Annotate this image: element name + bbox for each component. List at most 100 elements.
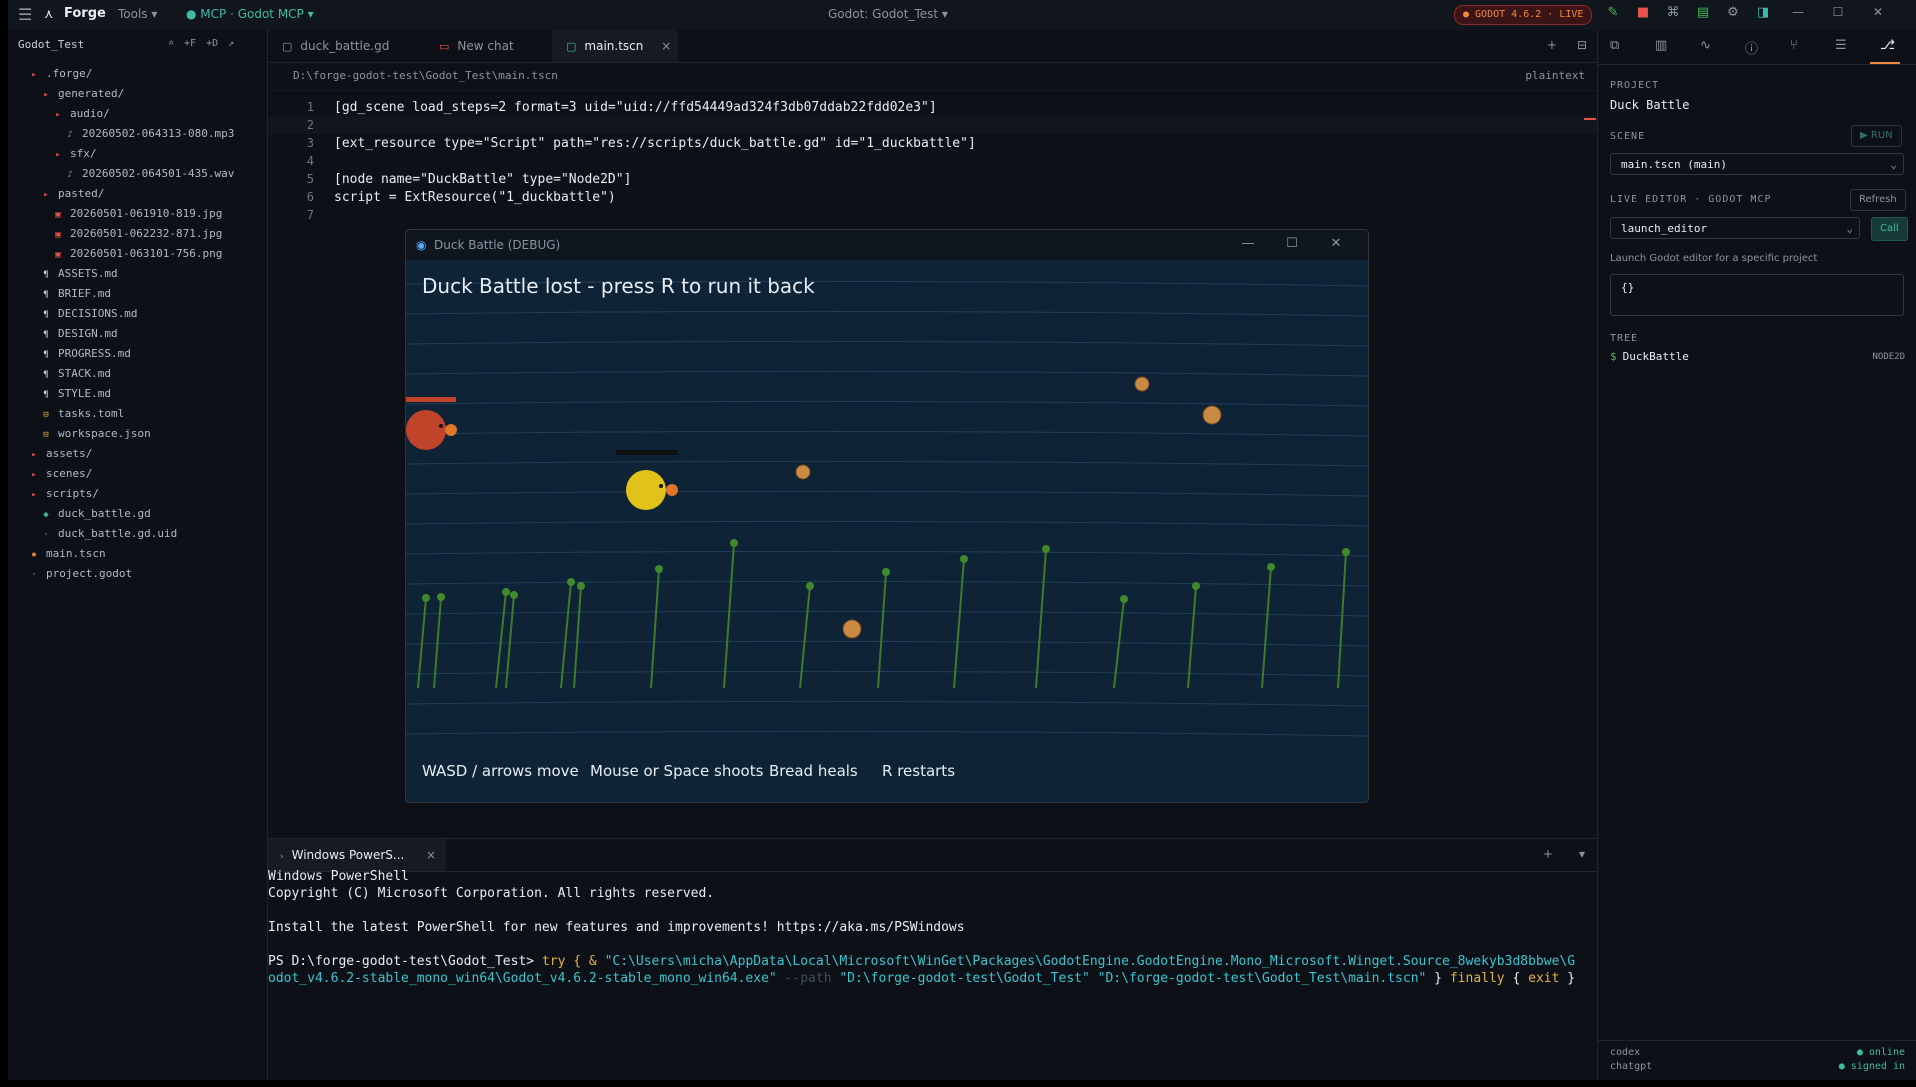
file-item[interactable]: ¶ BRIEF.md xyxy=(8,284,267,304)
code-line: 2 xyxy=(268,116,1597,134)
godot-live-badge[interactable]: ● GODOT 4.6.2 · LIVE xyxy=(1454,5,1593,25)
file-item[interactable]: ¶ ASSETS.md xyxy=(8,264,267,284)
collapse-button[interactable]: ↗ xyxy=(228,38,234,49)
new-file-button[interactable]: +F xyxy=(184,38,196,49)
book-icon[interactable]: ▥ xyxy=(1655,38,1667,53)
terminal-tab-powershell[interactable]: › Windows PowerS... × xyxy=(268,839,446,871)
call-button[interactable]: Call xyxy=(1871,217,1908,241)
command-icon[interactable]: ⌘ xyxy=(1658,5,1688,20)
cmd-exit: exit xyxy=(1528,971,1560,986)
tab-new-chat[interactable]: ▭ New chat xyxy=(425,30,551,62)
folder-item[interactable]: ▸ assets/ xyxy=(8,444,267,464)
info-icon[interactable]: ⓘ xyxy=(1745,38,1758,57)
file-item[interactable]: ¶ DECISIONS.md xyxy=(8,304,267,324)
file-item[interactable]: ¶ DESIGN.md xyxy=(8,324,267,344)
tool-select[interactable]: launch_editor ⌄ xyxy=(1610,217,1860,239)
new-tab-button[interactable]: + xyxy=(1547,38,1557,52)
maximize-button[interactable]: ☐ xyxy=(1818,5,1858,19)
file-item[interactable]: ▣ 20260501-063101-756.png xyxy=(8,244,267,264)
game-window-titlebar[interactable]: ◉ Duck Battle (DEBUG) — ☐ ✕ xyxy=(406,230,1368,261)
tree-node-type: NODE2D xyxy=(1872,352,1905,362)
game-minimize-button[interactable]: — xyxy=(1226,236,1270,251)
terminal-command-line-1: PS D:\forge-godot-test\Godot_Test> try {… xyxy=(268,953,1597,970)
file-item[interactable]: ▣ 20260501-062232-871.jpg xyxy=(8,224,267,244)
checklist-icon[interactable]: ☰ xyxy=(1835,38,1847,53)
file-name: 20260502-064501-435.wav xyxy=(82,167,235,180)
file-item[interactable]: ⊟ workspace.json xyxy=(8,424,267,444)
window-title[interactable]: Godot: Godot_Test ▾ xyxy=(828,7,948,21)
tab-duck-battle-gd[interactable]: ▢ duck_battle.gd xyxy=(268,30,424,62)
tool-args-input[interactable]: {} xyxy=(1610,274,1904,316)
gear-icon[interactable]: ⚙ xyxy=(1718,5,1748,20)
new-terminal-button[interactable]: + xyxy=(1543,847,1553,861)
tab-label: duck_battle.gd xyxy=(300,39,390,53)
git-branch-icon[interactable]: ⑂ xyxy=(1790,38,1798,53)
panel-icon-bar: ⧉ ▥ ∿ ⓘ ⑂ ☰ ⎇ xyxy=(1598,30,1916,65)
file-item[interactable]: · duck_battle.gd.uid xyxy=(8,524,267,544)
file-item[interactable]: ♪ 20260502-064313-080.mp3 xyxy=(8,124,267,144)
file-item[interactable]: ▣ 20260501-061910-819.jpg xyxy=(8,204,267,224)
activity-icon[interactable]: ∿ xyxy=(1700,38,1711,53)
project-root-label: Godot_Test xyxy=(18,38,85,51)
node-tree-icon[interactable]: ⎇ xyxy=(1880,38,1895,53)
file-name: sfx/ xyxy=(70,147,97,160)
md-file-icon: ¶ xyxy=(43,390,49,400)
chat-icon[interactable]: ⧉ xyxy=(1610,38,1619,53)
game-maximize-button[interactable]: ☐ xyxy=(1270,236,1314,251)
panel-toggle-icon[interactable]: ◨ xyxy=(1748,5,1778,20)
cmd-path: "C:\Users\micha\AppData\Local\Microsoft\… xyxy=(604,954,1576,969)
stop-icon[interactable]: ■ xyxy=(1628,5,1658,20)
folder-item[interactable]: ▸ pasted/ xyxy=(8,184,267,204)
duck-battle-debug-window[interactable]: ◉ Duck Battle (DEBUG) — ☐ ✕ Duck Battle lo… xyxy=(405,229,1369,803)
search-files-button[interactable]: ⌕ xyxy=(168,38,174,49)
split-editor-button[interactable]: ⊟ xyxy=(1577,38,1587,52)
line-number: 6 xyxy=(306,190,314,204)
active-tab-indicator xyxy=(1870,62,1900,64)
file-item[interactable]: ◆ duck_battle.gd xyxy=(8,504,267,524)
menu-icon[interactable]: ☰ xyxy=(18,5,32,24)
scene-select[interactable]: main.tscn (main) ⌄ xyxy=(1610,153,1904,175)
forge-logo-icon: ⋏ xyxy=(44,7,54,22)
terminal-output[interactable]: Windows PowerShell Copyright (C) Microsof… xyxy=(268,868,1597,987)
bread-item xyxy=(1202,405,1222,425)
file-item[interactable]: ¶ PROGRESS.md xyxy=(8,344,267,364)
terminal-tab-close-icon[interactable]: × xyxy=(426,839,436,871)
mcp-menu[interactable]: ● MCP · Godot MCP ▾ xyxy=(186,7,314,21)
file-item[interactable]: · project.godot xyxy=(8,564,267,584)
tools-menu[interactable]: Tools ▾ xyxy=(118,7,157,21)
file-item[interactable]: ✸ main.tscn xyxy=(8,544,267,564)
run-button[interactable]: ▶ RUN xyxy=(1851,125,1902,147)
minimize-button[interactable]: — xyxy=(1778,5,1818,19)
grid-icon[interactable]: ▤ xyxy=(1688,5,1718,20)
refresh-button[interactable]: Refresh xyxy=(1850,189,1906,211)
file-item[interactable]: ¶ STACK.md xyxy=(8,364,267,384)
tab-label: main.tscn xyxy=(584,39,644,53)
cmd-finally: finally xyxy=(1449,971,1505,986)
folder-item[interactable]: ▸ sfx/ xyxy=(8,144,267,164)
reed-head xyxy=(577,582,585,590)
folder-item[interactable]: ▸ generated/ xyxy=(8,84,267,104)
folder-item[interactable]: ▸ audio/ xyxy=(8,104,267,124)
code-editor[interactable]: 1 [gd_scene load_steps=2 format=3 uid="ui… xyxy=(268,98,1597,224)
folder-item[interactable]: ▸ scenes/ xyxy=(8,464,267,484)
close-button[interactable]: ✕ xyxy=(1858,5,1898,19)
file-item[interactable]: ♪ 20260502-064501-435.wav xyxy=(8,164,267,184)
language-mode[interactable]: plaintext xyxy=(1525,69,1585,82)
line-text: [ext_resource type="Script" path="res://… xyxy=(334,136,976,151)
new-folder-button[interactable]: +D xyxy=(206,38,218,49)
folder-item[interactable]: ▸ scripts/ xyxy=(8,484,267,504)
file-item[interactable]: ¶ STYLE.md xyxy=(8,384,267,404)
tab-main-tscn[interactable]: ▢ main.tscn × xyxy=(552,30,678,62)
game-close-button[interactable]: ✕ xyxy=(1314,236,1358,251)
game-canvas[interactable] xyxy=(406,260,1368,802)
pen-icon[interactable]: ✎ xyxy=(1598,5,1628,20)
folder-item[interactable]: ▸ .forge/ xyxy=(8,64,267,84)
tab-close-icon[interactable]: × xyxy=(661,39,671,53)
file-icon: ▢ xyxy=(282,40,293,53)
terminal-menu-button[interactable]: ▾ xyxy=(1579,847,1585,861)
file-item[interactable]: ⊟ tasks.toml xyxy=(8,404,267,424)
tree-node-duckbattle[interactable]: $ DuckBattle xyxy=(1610,350,1689,363)
line-number: 4 xyxy=(306,154,314,168)
uid-file-icon: · xyxy=(43,530,49,540)
